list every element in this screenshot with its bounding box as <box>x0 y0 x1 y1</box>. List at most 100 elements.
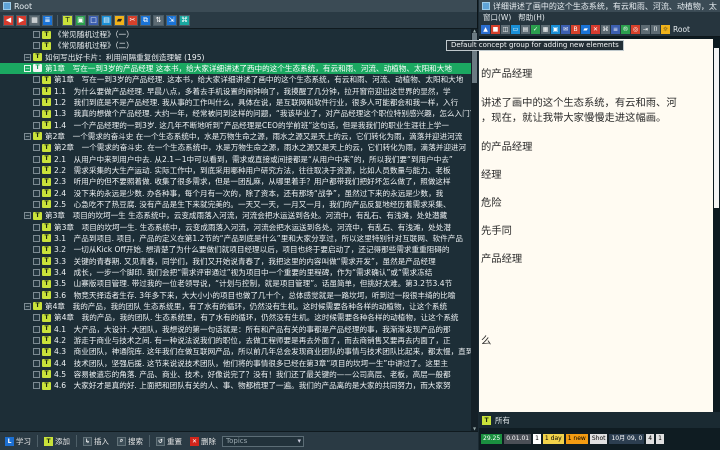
checkbox-icon[interactable] <box>33 291 40 299</box>
target-icon[interactable]: ◎ <box>631 25 640 34</box>
checkbox-icon[interactable] <box>33 336 40 344</box>
tree-icon[interactable]: ⌘ <box>179 14 190 26</box>
checkbox-icon[interactable] <box>33 325 40 333</box>
tree-item-row[interactable]: T 2.2 需求采集的大生产运动. 实际工作中，到底采用哪种用户研究方法，往往取决… <box>0 165 471 176</box>
collapse-icon[interactable]: − <box>24 132 31 140</box>
tree-item-row[interactable]: T 1.1 为什么要做产品经理. 早晨八点，多着去手机设置的闹钟响了，我摸醒了几分… <box>0 86 471 97</box>
tree-topic-row[interactable]: − T 第2章 一个需求的奋斗史 在一个生态系统中，水是万物生命之源，雨水之源又是天… <box>0 131 471 142</box>
checkbox-icon[interactable] <box>33 370 40 378</box>
tree-scrollbar[interactable]: ▲ ▼ <box>471 29 478 431</box>
tree-topic-row[interactable]: − T 第4章 我的产品，我的团队 生态系统里，有了水有的循环，仍然没有生机。这时候… <box>0 301 471 312</box>
tree-item-row[interactable]: T 3.4 成长，一步一个脚印. 我们会把“需求评审通过”视为项目中一个重要的里程… <box>0 267 471 278</box>
sort-icon[interactable]: ⇅ <box>153 14 164 26</box>
tree-item-row[interactable]: T 第1章 写在一到3岁的产品经理. 这本书，给大家详细讲述了画中的这个生态系统，… <box>0 74 471 85</box>
checkbox-icon[interactable] <box>33 314 40 322</box>
collapse-icon[interactable]: − <box>24 64 31 72</box>
tree-item-row[interactable]: T 2.5 心急吃不了热豆腐. 没有产品是生下来就完美的。一天又一天，一月又一月，… <box>0 199 471 210</box>
stop-icon[interactable]: ■ <box>491 25 500 34</box>
knowledge-tree[interactable]: T 《常见随机过程》（一） T 《常见随机过程》（二） − T 如何写出好卡片：利用间隔重复… <box>0 29 471 431</box>
item-icon[interactable]: ▣ <box>75 14 86 26</box>
cut-icon[interactable]: ✂ <box>127 14 138 26</box>
expand-icon[interactable]: ⇲ <box>166 14 177 26</box>
document-icon[interactable]: □ <box>88 14 99 26</box>
document-scrollbar[interactable] <box>713 39 720 412</box>
checkbox-icon[interactable] <box>33 110 40 118</box>
tree-topic-row[interactable]: − T 第3章 项目的坎坷一生 生态系统中，云变成雨落入河流，河流会把水运送到各处。… <box>0 210 471 221</box>
tree-item-row[interactable]: T 1.4 一个产品经理的一到3岁. 这几年不断地听到“产品经理是CEO的学前班”… <box>0 120 471 131</box>
mail-icon[interactable]: ✉ <box>561 25 570 34</box>
review-button[interactable]: ↺ 重置 <box>154 435 184 447</box>
tree-item-row[interactable]: T 2.4 没下来的永远是少数. 办各种事，每个月有一次的，除了资本，还有那场“战… <box>0 188 471 199</box>
grid-icon[interactable]: ▦ <box>29 14 40 26</box>
save-icon[interactable]: ▣ <box>551 25 560 34</box>
image-icon[interactable]: ▤ <box>101 14 112 26</box>
add-button[interactable]: T 添加 <box>42 435 72 447</box>
tree-item-row[interactable]: T 4.6 大家好才是真的好. 上面把和团队有关的人、事、物都梳理了一遍。我们的产… <box>0 380 471 391</box>
checkbox-icon[interactable] <box>33 121 40 129</box>
tree-item-row[interactable]: T 第3章 项目的坎坷一生. 生态系统中，云变成雨落入河流，河流会把水运送到各处。… <box>0 222 471 233</box>
grid-view-icon[interactable]: ▦ <box>541 25 550 34</box>
copy-icon[interactable]: ⧉ <box>140 14 151 26</box>
tree-item-row[interactable]: T 第4章 我的产品，我的团队. 生态系统里，有了水有的循环，仍然没有生机。这时候… <box>0 312 471 323</box>
checkbox-icon[interactable] <box>33 42 40 50</box>
bookmark-icon[interactable]: B <box>571 25 580 34</box>
checkbox-icon[interactable] <box>33 200 40 208</box>
tree-item-row[interactable]: T 3.1 产品到项目. 项目，产品的定义在第1.2节的“产品到底是什么”里和大家… <box>0 233 471 244</box>
tree-item-row[interactable]: T 《常见随机过程》（一） <box>0 29 471 40</box>
page-icon[interactable]: ▤ <box>521 25 530 34</box>
collapse-icon[interactable]: − <box>24 53 31 61</box>
checkbox-icon[interactable] <box>33 348 40 356</box>
tree-item-row[interactable]: T 2.3 听用户的但不要照着做. 收集了很多需求，但是一团乱麻，从哪里着手？用户… <box>0 176 471 187</box>
text-icon[interactable]: ≡ <box>611 25 620 34</box>
folder-icon[interactable]: ▰ <box>114 14 125 26</box>
checkbox-icon[interactable] <box>33 268 40 276</box>
checkbox-icon[interactable] <box>33 280 40 288</box>
checkbox-icon[interactable] <box>33 223 40 231</box>
tree-item-row[interactable]: T 《常见随机过程》（二） <box>0 40 471 51</box>
delete-button[interactable]: ✕ 删除 <box>188 435 218 447</box>
tree-item-row[interactable]: T 2.1 从用户中来到用户中去. 从2.1－1中可以看到，需求或直接或间接都是“… <box>0 154 471 165</box>
checkbox-icon[interactable] <box>33 382 40 390</box>
tree-item-row[interactable]: T 4.1 大产品，大设计. 大团队，我想说的第一句话就是：所有和产品有关的事都是… <box>0 324 471 335</box>
tree-item-row[interactable]: T 第2章 一个需求的奋斗史. 在一个生态系统中，水是万物生命之源，雨水之源又是天… <box>0 142 471 153</box>
extract-icon[interactable]: ⇥ <box>641 25 650 34</box>
tree-item-row[interactable]: T 3.5 山寨版项目管理. 带过我的一位老领导说，“计划与控制，就是项目管理”。… <box>0 278 471 289</box>
checkbox-icon[interactable] <box>33 234 40 242</box>
folder-open-icon[interactable]: ▰ <box>581 25 590 34</box>
tree-item-row[interactable]: T 1.3 我真的想做个产品经理. 大约一年，经常被问到这样的问题，“我该毕业了，… <box>0 108 471 119</box>
tree-item-row[interactable]: T 3.6 物竞天择适者生存. 3年多下来，大大小小的项目也做了几十个，总体感觉就… <box>0 290 471 301</box>
cloze-icon[interactable]: ⌷ <box>651 25 660 34</box>
document-scrollbar-thumb[interactable] <box>714 48 719 208</box>
topic-icon[interactable]: T <box>62 14 73 26</box>
checkbox-icon[interactable] <box>33 155 40 163</box>
back-icon[interactable]: ◀ <box>3 14 14 26</box>
tree-item-row[interactable]: T 4.2 游走于商业与技术之间. 有一种说法说我们的职位，去做工程师要是再去外面… <box>0 335 471 346</box>
monitor-icon[interactable]: ▭ <box>511 25 520 34</box>
document-pane[interactable]: 的产品经理 讲述了画中的这个生态系统，有云和雨、河 ，现在，就让我带大家慢慢走进这幅… <box>479 39 713 412</box>
topic-select[interactable]: Topics <box>222 435 304 447</box>
tree-item-row[interactable]: T 3.3 关键的青春期. 又见青春，同学们，我们又开始说青春了，我把这里的内容叫… <box>0 256 471 267</box>
tree-item-row[interactable]: T 4.4 技术团队，坚强后援. 这节来说说技术团队，他们将的事情很多已经在第3章… <box>0 358 471 369</box>
check-icon[interactable]: ✓ <box>531 25 540 34</box>
checkbox-icon[interactable] <box>33 76 40 84</box>
tree-item-row[interactable]: T 4.5 容易被遗忘的角落. 产品、商业、技术，好像说完了？没有！我们还了最关键… <box>0 369 471 380</box>
tree-item-row[interactable]: T 4.3 商业团队，神通院库. 这年我们在做互联网产品，所以前几年总会发现商业团… <box>0 346 471 357</box>
menu-window[interactable]: 窗口(W) <box>483 12 511 23</box>
tree-item-row[interactable]: T 1.2 我们到底是不是产品经理. 我从事的工作叫什么，具体在说，是互联网和软件… <box>0 97 471 108</box>
reference-icon[interactable]: ® <box>621 25 630 34</box>
tree-item-row[interactable]: T 3.2 一切从Kick Off开始. 想清楚了为什么要做们就项目经理以后，项目… <box>0 244 471 255</box>
collapse-icon[interactable]: − <box>24 212 31 220</box>
checkbox-icon[interactable] <box>33 178 40 186</box>
idea-icon[interactable]: ☼ <box>661 25 670 34</box>
menu-help[interactable]: 帮助(H) <box>518 12 545 23</box>
checkbox-icon[interactable] <box>33 87 40 95</box>
list-icon[interactable]: ≣ <box>42 14 53 26</box>
insert-button[interactable]: ↳ 插入 <box>81 435 111 447</box>
search-button[interactable]: ⌕ 搜索 <box>115 435 145 447</box>
close-element-icon[interactable]: ✕ <box>591 25 600 34</box>
forward-icon[interactable]: ▶ <box>16 14 27 26</box>
checkbox-icon[interactable] <box>33 144 40 152</box>
checkbox-icon[interactable] <box>33 246 40 254</box>
checkbox-icon[interactable] <box>33 257 40 265</box>
checkbox-icon[interactable] <box>33 359 40 367</box>
